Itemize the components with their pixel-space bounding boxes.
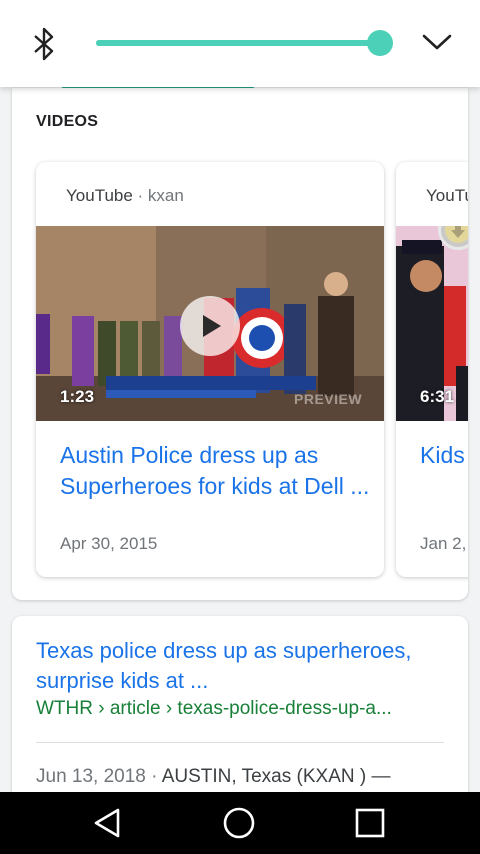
web-result-card[interactable]: Texas police dress up as superheroes, su… [12,616,468,792]
brightness-slider-thumb[interactable] [367,30,393,56]
video-date: Jan 2, 2 [420,534,468,553]
video-thumbnail[interactable]: 1:23 PREVIEW [36,226,384,421]
video-duration: 1:23 [60,387,95,406]
brightness-slider[interactable] [96,30,393,56]
home-circle-icon[interactable] [221,805,257,841]
back-triangle-icon[interactable] [90,805,126,841]
result-divider [36,742,444,743]
bluetooth-icon[interactable] [30,26,58,62]
video-thumbnail[interactable]: 6:31 [396,226,468,421]
search-results: VIDEOS YouTube · kxan 1:23 PREVIEW Austi… [0,0,480,792]
result-snippet-text: AUSTIN, Texas (KXAN ) — [161,766,391,787]
video-card[interactable]: YouTube · kxan 1:23 PREVIEW Austin Polic… [36,162,384,577]
video-duration: 6:31 [420,387,455,406]
result-title[interactable]: Texas police dress up as superheroes, su… [36,636,456,696]
video-source: YouTube · kxan [66,186,184,206]
video-card[interactable]: YouTub 6:31 [396,162,468,577]
result-date: Jun 13, 2018 [36,766,146,787]
video-source-site: YouTube [66,186,133,205]
recents-square-icon[interactable] [352,805,388,841]
video-title[interactable]: Austin Police dress up as Superheroes fo… [60,440,370,502]
play-icon [203,315,221,337]
video-channel: kxan [147,186,184,205]
video-date: Apr 30, 2015 [60,534,158,553]
video-title[interactable]: Kids C Show Super [420,440,468,471]
videos-heading: VIDEOS [36,113,99,130]
chevron-down-icon[interactable] [420,28,454,56]
result-separator: · [145,766,162,787]
download-icon[interactable] [438,226,468,250]
result-snippet: Jun 13, 2018 · AUSTIN, Texas (KXAN ) — [36,766,390,788]
navigation-bar [0,792,480,854]
quick-settings-bar [0,0,480,87]
preview-label: PREVIEW [294,391,363,407]
video-source: YouTub [426,186,468,205]
brightness-slider-fill [96,40,380,46]
videos-card: VIDEOS YouTube · kxan 1:23 PREVIEW Austi… [12,88,468,600]
video-source-separator: · [132,186,148,205]
play-button[interactable] [180,296,240,356]
result-url[interactable]: WTHR › article › texas-police-dress-up-a… [36,698,392,720]
